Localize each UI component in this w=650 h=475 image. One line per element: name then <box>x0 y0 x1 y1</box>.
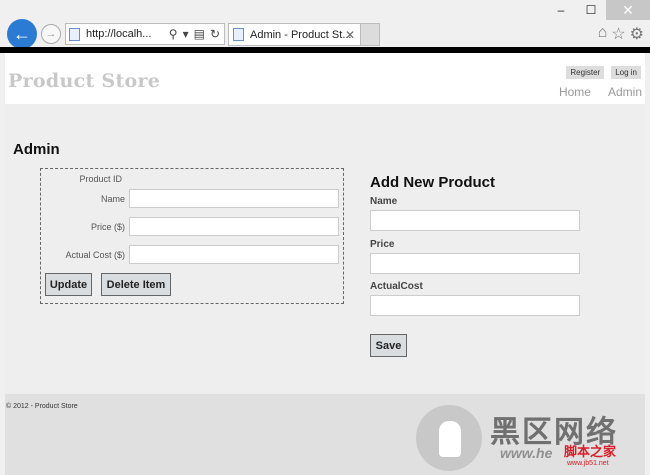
maximize-button[interactable]: ☐ <box>576 0 606 20</box>
edit-product-panel: Product ID Name Price ($) Actual Cost ($… <box>40 168 344 304</box>
new-tab-button[interactable] <box>361 23 380 46</box>
watermark-url: www.he <box>500 445 553 461</box>
actual-cost-label: Actual Cost ($) <box>65 249 125 260</box>
address-bar[interactable]: http://localh... ⚲ ▾ ▤ ↻ <box>65 23 225 45</box>
site-header: Product Store Register Log in Home Admin <box>5 53 645 104</box>
login-link[interactable]: Log in <box>611 66 641 79</box>
add-product-title: Add New Product <box>370 174 496 191</box>
close-window-button[interactable]: ✕ <box>606 0 650 20</box>
cost-row: Actual Cost ($) <box>41 245 345 264</box>
favorites-star-icon[interactable]: ☆ <box>611 24 625 44</box>
forward-button[interactable]: → <box>41 24 61 44</box>
edit-cost-input[interactable] <box>129 245 339 264</box>
delete-item-button[interactable]: Delete Item <box>101 273 171 296</box>
address-url[interactable]: http://localh... <box>86 28 151 40</box>
nav-admin[interactable]: Admin <box>608 85 642 99</box>
edit-name-input[interactable] <box>129 189 339 208</box>
watermark: 黑区网络 www.he 脚本之家 www.jb51.net <box>412 403 650 475</box>
main-content: Admin Product ID Name Price ($) Actual C… <box>5 104 645 394</box>
watermark-logo-mark <box>439 421 461 457</box>
minimize-button[interactable]: – <box>546 0 576 20</box>
refresh-icon[interactable]: ↻ <box>210 27 220 41</box>
product-id-row: Product ID <box>41 174 345 184</box>
back-arrow-icon: ← <box>13 23 31 44</box>
watermark-subtitle-url: www.jb51.net <box>567 460 609 467</box>
name-row: Name <box>41 189 345 208</box>
save-button[interactable]: Save <box>370 334 407 357</box>
main-nav: Home Admin <box>559 85 642 99</box>
product-id-label: Product ID <box>79 174 122 184</box>
dropdown-icon[interactable]: ▾ <box>183 27 189 41</box>
price-label: Price ($) <box>90 221 125 232</box>
add-name-label: Name <box>370 196 398 207</box>
add-name-input[interactable] <box>370 210 580 231</box>
gear-icon[interactable]: ⚙ <box>630 24 644 44</box>
add-price-input[interactable] <box>370 253 580 274</box>
login-links: Register Log in <box>566 66 641 79</box>
price-row: Price ($) <box>41 217 345 236</box>
compatibility-icon[interactable]: ▤ <box>194 27 205 41</box>
edit-price-input[interactable] <box>129 217 339 236</box>
watermark-subtitle: 脚本之家 <box>564 444 617 459</box>
back-button[interactable]: ← <box>7 19 37 49</box>
home-icon[interactable]: ⌂ <box>598 24 608 44</box>
tab-title: Admin - Product St... <box>250 28 352 41</box>
tab-page-icon <box>233 28 244 41</box>
page-icon <box>69 27 80 41</box>
nav-home[interactable]: Home <box>559 85 591 99</box>
browser-tab[interactable]: Admin - Product St... ✕ <box>228 23 361 46</box>
register-link[interactable]: Register <box>566 66 605 79</box>
browser-chrome: – ☐ ✕ ← → http://localh... ⚲ ▾ ▤ ↻ Admin… <box>0 0 650 49</box>
page-title: Admin <box>13 141 60 158</box>
forward-arrow-icon: → <box>45 28 57 40</box>
name-label: Name <box>100 193 125 204</box>
add-cost-input[interactable] <box>370 295 580 316</box>
search-icon[interactable]: ⚲ <box>169 27 178 41</box>
footer-copyright: © 2012 - Product Store <box>6 403 78 410</box>
update-button[interactable]: Update <box>45 273 92 296</box>
site-title[interactable]: Product Store <box>8 70 160 92</box>
add-price-label: Price <box>370 239 395 250</box>
browser-toolbar-icons: ⌂ ☆ ⚙ <box>598 24 644 44</box>
tab-close-icon[interactable]: ✕ <box>345 28 355 42</box>
address-tools: ⚲ ▾ ▤ ↻ <box>169 27 220 41</box>
add-cost-label: ActualCost <box>370 281 423 292</box>
window-controls: – ☐ ✕ <box>546 0 650 20</box>
